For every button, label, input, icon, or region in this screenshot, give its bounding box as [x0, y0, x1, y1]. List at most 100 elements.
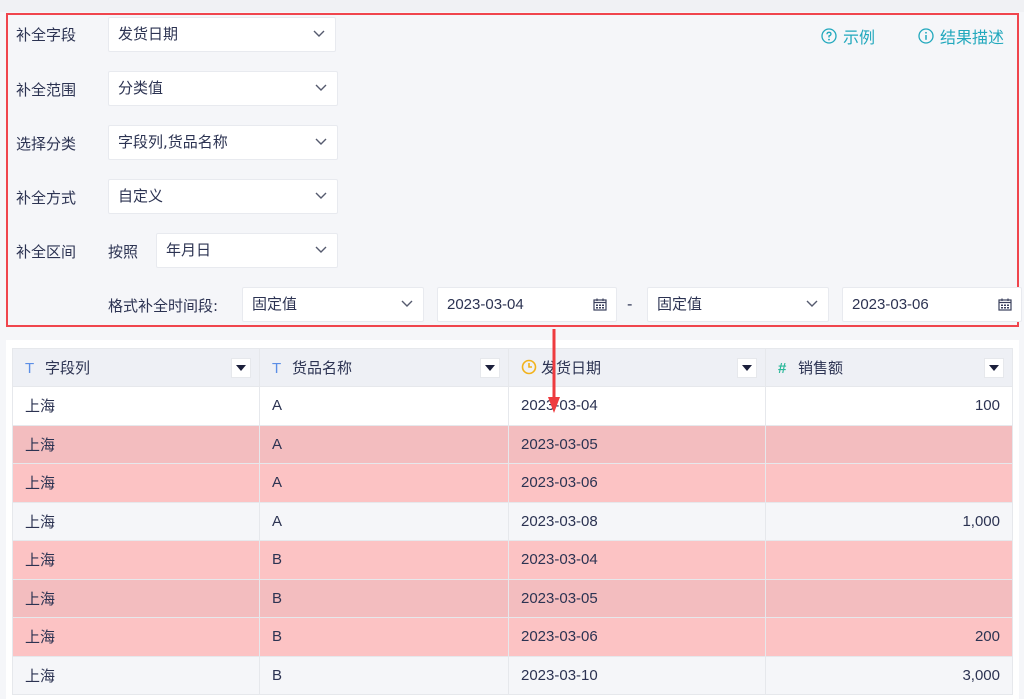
calendar-icon[interactable]: [998, 298, 1012, 311]
start-type-select[interactable]: 固定值: [242, 287, 424, 322]
column-dropdown-button[interactable]: [737, 358, 757, 378]
column-dropdown-button[interactable]: [984, 358, 1004, 378]
chevron-down-icon: [315, 246, 327, 253]
table-row[interactable]: 上海 B 2023-03-10 3,000: [12, 655, 1013, 695]
cell-product: B: [259, 540, 509, 580]
cell-product: A: [259, 463, 509, 503]
result-table: T 字段列 T 货品名称 发货日期 # 销售额 上海 A 2023-03-04 100 上海 A…: [12, 348, 1013, 695]
cell-field: 上海: [12, 424, 260, 464]
select-category-label: 选择分类: [16, 135, 77, 153]
cell-field: 上海: [12, 617, 260, 657]
chevron-down-icon: [315, 192, 327, 199]
fill-field-select[interactable]: 发货日期: [108, 17, 336, 52]
range-separator: -: [627, 295, 633, 313]
by-label: 按照: [108, 243, 139, 261]
table-header-row: T 字段列 T 货品名称 发货日期 # 销售额: [12, 348, 1013, 387]
cell-field: 上海: [12, 540, 260, 580]
table-row[interactable]: 上海 A 2023-03-08 1,000: [12, 501, 1013, 541]
example-link-label: 示例: [843, 28, 876, 47]
result-table-panel: T 字段列 T 货品名称 发货日期 # 销售额 上海 A 2023-03-04 100 上海 A…: [6, 340, 1019, 699]
table-row[interactable]: 上海 A 2023-03-06: [12, 463, 1013, 503]
text-type-icon: T: [272, 360, 282, 377]
fill-interval-value: 年月日: [166, 241, 212, 259]
cell-sales: [765, 540, 1013, 580]
table-row[interactable]: 上海 A 2023-03-05: [12, 424, 1013, 464]
column-header-product[interactable]: T 货品名称: [259, 348, 509, 387]
column-label: 字段列: [45, 359, 91, 377]
cell-ship-date: 2023-03-06: [508, 617, 766, 657]
table-row[interactable]: 上海 B 2023-03-05: [12, 578, 1013, 618]
fill-method-label: 补全方式: [16, 189, 77, 207]
cell-sales: 200: [765, 617, 1013, 657]
cell-ship-date: 2023-03-08: [508, 501, 766, 541]
calendar-icon[interactable]: [593, 298, 607, 311]
cell-ship-date: 2023-03-05: [508, 424, 766, 464]
select-category-value: 字段列,货品名称: [118, 133, 228, 151]
cell-product: B: [259, 578, 509, 618]
end-type-value: 固定值: [657, 295, 703, 313]
table-row[interactable]: 上海 B 2023-03-06 200: [12, 617, 1013, 657]
info-circle-icon: [918, 28, 934, 44]
cell-field: 上海: [12, 463, 260, 503]
cell-product: A: [259, 386, 509, 426]
fill-scope-select[interactable]: 分类值: [108, 71, 338, 106]
fill-field-value: 发货日期: [118, 25, 179, 43]
cell-product: B: [259, 617, 509, 657]
select-category-select[interactable]: 字段列,货品名称: [108, 125, 338, 160]
column-label: 货品名称: [292, 359, 353, 377]
example-link[interactable]: 示例: [821, 24, 875, 48]
column-header-sales[interactable]: # 销售额: [765, 348, 1013, 387]
fill-field-label: 补全字段: [16, 26, 77, 44]
end-type-select[interactable]: 固定值: [647, 287, 829, 322]
cell-ship-date: 2023-03-06: [508, 463, 766, 503]
cell-sales: [765, 463, 1013, 503]
end-date-value: 2023-03-06: [852, 296, 929, 313]
column-dropdown-button[interactable]: [231, 358, 251, 378]
fill-scope-value: 分类值: [118, 79, 164, 97]
top-strip: [0, 0, 1024, 12]
start-date-input[interactable]: 2023-03-04: [437, 287, 617, 322]
end-date-input[interactable]: 2023-03-06: [842, 287, 1022, 322]
cell-sales: 100: [765, 386, 1013, 426]
start-date-value: 2023-03-04: [447, 296, 524, 313]
cell-ship-date: 2023-03-05: [508, 578, 766, 618]
chevron-down-icon: [315, 84, 327, 91]
time-range-label: 格式补全时间段:: [108, 297, 219, 315]
cell-sales: [765, 424, 1013, 464]
fill-interval-label: 补全区间: [16, 243, 77, 261]
chevron-down-icon: [315, 138, 327, 145]
cell-field: 上海: [12, 386, 260, 426]
table-row[interactable]: 上海 A 2023-03-04 100: [12, 386, 1013, 426]
column-label: 销售额: [798, 359, 844, 377]
table-row[interactable]: 上海 B 2023-03-04: [12, 540, 1013, 580]
result-description-label: 结果描述: [940, 28, 1005, 47]
annotation-arrow-icon: [548, 329, 560, 413]
cell-ship-date: 2023-03-04: [508, 540, 766, 580]
cell-field: 上海: [12, 501, 260, 541]
cell-product: B: [259, 655, 509, 695]
start-type-value: 固定值: [252, 295, 298, 313]
cell-sales: [765, 578, 1013, 618]
chevron-down-icon: [401, 300, 413, 307]
result-description-link[interactable]: 结果描述: [918, 24, 1004, 48]
cell-sales: 3,000: [765, 655, 1013, 695]
number-type-icon: #: [778, 360, 787, 377]
fill-interval-select[interactable]: 年月日: [156, 233, 338, 268]
column-dropdown-button[interactable]: [480, 358, 500, 378]
text-type-icon: T: [25, 360, 35, 377]
column-header-field[interactable]: T 字段列: [12, 348, 260, 387]
cell-product: A: [259, 424, 509, 464]
cell-field: 上海: [12, 655, 260, 695]
cell-product: A: [259, 501, 509, 541]
cell-field: 上海: [12, 578, 260, 618]
chevron-down-icon: [806, 300, 818, 307]
fill-config-panel: 补全字段 发货日期 示例 结果描述 补全范围 分类值 选择分类 字段列,货品名称…: [6, 13, 1022, 327]
cell-sales: 1,000: [765, 501, 1013, 541]
fill-scope-label: 补全范围: [16, 81, 77, 99]
chevron-down-icon: [313, 30, 325, 37]
fill-method-select[interactable]: 自定义: [108, 179, 338, 214]
fill-method-value: 自定义: [118, 187, 164, 205]
question-circle-icon: [821, 28, 837, 44]
clock-icon: [521, 359, 537, 375]
cell-ship-date: 2023-03-10: [508, 655, 766, 695]
